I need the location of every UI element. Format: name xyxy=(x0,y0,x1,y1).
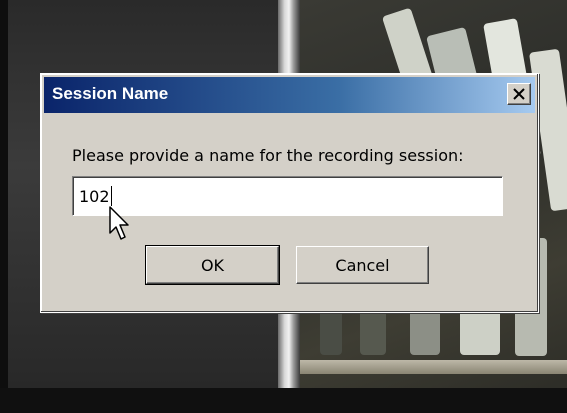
background-edge xyxy=(0,0,8,413)
cancel-button[interactable]: Cancel xyxy=(296,246,429,284)
close-icon xyxy=(513,88,525,100)
close-button[interactable] xyxy=(507,83,531,105)
mouse-pointer-icon xyxy=(109,206,129,240)
text-caret xyxy=(110,186,112,206)
session-name-value: 102 xyxy=(79,186,110,206)
background-shelf xyxy=(300,360,567,374)
prompt-label: Please provide a name for the recording … xyxy=(72,146,464,165)
ok-button[interactable]: OK xyxy=(145,245,280,285)
background-floor xyxy=(0,388,567,413)
session-name-dialog: Session Name Please provide a name for t… xyxy=(40,73,539,313)
dialog-title: Session Name xyxy=(52,84,169,103)
dialog-titlebar[interactable]: Session Name xyxy=(44,77,535,113)
session-name-input[interactable]: 102 xyxy=(72,176,503,216)
